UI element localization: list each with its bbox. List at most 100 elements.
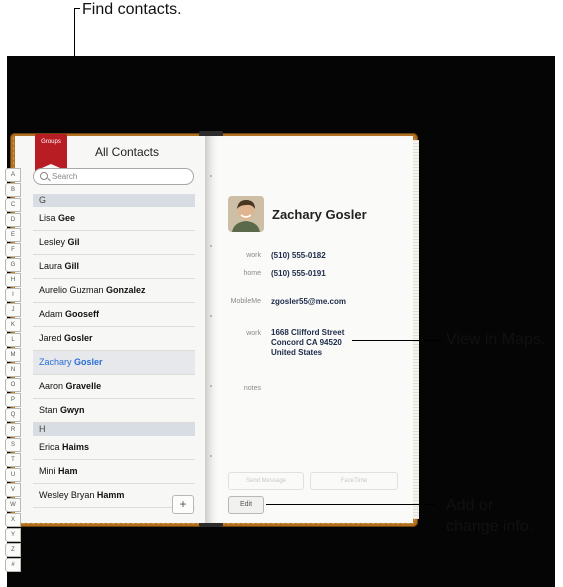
page-dot (210, 455, 212, 457)
index-tab-m[interactable]: M (5, 348, 21, 362)
index-tab-w[interactable]: W (5, 498, 21, 512)
index-tab-b[interactable]: B (5, 183, 21, 197)
page-dot (210, 175, 212, 177)
contact-first-name: Jared (39, 333, 62, 343)
work-address-label: work (246, 330, 261, 337)
index-tab-q[interactable]: Q (5, 408, 21, 422)
contact-first-name: Lisa (39, 213, 56, 223)
contact-row[interactable]: Aaron Gravelle (33, 375, 195, 399)
notes-label: notes (243, 385, 261, 392)
add-contact-button[interactable]: + (172, 495, 194, 514)
index-tab-e[interactable]: E (5, 228, 21, 242)
address-line-1: 1668 Clifford Street (271, 328, 345, 337)
index-tab-c[interactable]: C (5, 198, 21, 212)
contact-last-name: Ham (58, 466, 78, 476)
index-tab-x[interactable]: X (5, 513, 21, 527)
contact-row[interactable]: Erica Haims (33, 436, 195, 460)
address-line-2: Concord CA 94520 (271, 338, 342, 347)
index-tab-n[interactable]: N (5, 363, 21, 377)
work-phone-label: work (246, 252, 261, 259)
contact-first-name: Aurelio Guzman (39, 285, 104, 295)
index-tab-d[interactable]: D (5, 213, 21, 227)
section-header: H (33, 423, 195, 436)
contact-last-name: Gwyn (60, 405, 85, 415)
page-dot (210, 315, 212, 317)
index-tab-o[interactable]: O (5, 378, 21, 392)
page-dot (210, 245, 212, 247)
contact-list: G Lisa Gee Lesley Gil Laura Gill Aurelio Guz… (33, 194, 195, 508)
contact-last-name: Gil (67, 237, 80, 247)
search-icon (40, 172, 48, 180)
alphabet-index[interactable]: A B C D E F G H I J K L M N O P Q R S T U V W X Y Z # (5, 168, 21, 573)
facetime-button[interactable]: FaceTime (310, 472, 398, 490)
index-tab-u[interactable]: U (5, 468, 21, 482)
index-tab-a[interactable]: A (5, 168, 21, 182)
home-phone-value[interactable]: (510) 555-0191 (271, 269, 326, 279)
index-tab-j[interactable]: J (5, 303, 21, 317)
contact-first-name: Wesley Bryan (39, 490, 95, 500)
edit-button[interactable]: Edit (228, 496, 264, 514)
contact-row[interactable]: Wesley Bryan Hamm (33, 484, 195, 508)
contact-first-name: Erica (39, 442, 60, 452)
contact-first-name: Zachary (39, 357, 72, 367)
index-tab-k[interactable]: K (5, 318, 21, 332)
index-tab-r[interactable]: R (5, 423, 21, 437)
index-tab-z[interactable]: Z (5, 543, 21, 557)
contact-last-name: Gravelle (65, 381, 102, 391)
callout-view-in-maps: View in Maps. (446, 331, 546, 348)
home-phone-label: home (243, 270, 261, 277)
work-phone-value[interactable]: (510) 555-0182 (271, 251, 326, 261)
search-placeholder: Search (52, 172, 78, 181)
contact-first-name: Laura (39, 261, 63, 271)
index-tab-f[interactable]: F (5, 243, 21, 257)
index-tab-hash[interactable]: # (5, 558, 21, 572)
index-tab-l[interactable]: L (5, 333, 21, 347)
contact-last-name: Gonzalez (106, 285, 146, 295)
contact-row[interactable]: Mini Ham (33, 460, 195, 484)
contact-row[interactable]: Aurelio Guzman Gonzalez (33, 279, 195, 303)
contact-row[interactable]: Lisa Gee (33, 207, 195, 231)
contact-row[interactable]: Jared Gosler (33, 327, 195, 351)
callout-find-contacts: Find contacts. (82, 1, 182, 18)
mobileme-label: MobileMe (230, 298, 261, 305)
avatar (228, 196, 264, 232)
contact-row[interactable]: Adam Gooseff (33, 303, 195, 327)
index-tab-y[interactable]: Y (5, 528, 21, 542)
index-tab-t[interactable]: T (5, 453, 21, 467)
list-title: All Contacts (94, 145, 160, 159)
contact-first-name: Adam (39, 309, 63, 319)
contact-last-name: Gosler (74, 357, 103, 367)
contact-last-name: Gill (64, 261, 80, 271)
search-input[interactable]: Search (33, 168, 194, 185)
contact-last-name: Hamm (96, 490, 125, 500)
index-tab-p[interactable]: P (5, 393, 21, 407)
contact-name: Zachary Gosler (272, 207, 367, 222)
contact-first-name: Lesley (39, 237, 66, 247)
contact-row[interactable]: Stan Gwyn (33, 399, 195, 423)
work-address[interactable]: 1668 Clifford Street Concord CA 94520 Un… (271, 328, 344, 358)
contact-last-name: Haims (62, 442, 90, 452)
find-contacts-leader-tick (74, 8, 80, 9)
send-message-button[interactable]: Send Message (228, 472, 304, 490)
add-change-leader (266, 504, 436, 505)
callout-add-change-line1: Add or (446, 497, 494, 514)
contact-row[interactable]: Laura Gill (33, 255, 195, 279)
contact-row[interactable]: Zachary Gosler (33, 351, 195, 375)
contact-row[interactable]: Lesley Gil (33, 231, 195, 255)
contact-first-name: Mini (39, 466, 56, 476)
index-tab-v[interactable]: V (5, 483, 21, 497)
index-tab-i[interactable]: I (5, 288, 21, 302)
contact-last-name: Gosler (64, 333, 93, 343)
groups-button[interactable]: Groups (35, 134, 67, 171)
index-tab-g[interactable]: G (5, 258, 21, 272)
index-tab-s[interactable]: S (5, 438, 21, 452)
contact-first-name: Stan (39, 405, 58, 415)
section-header: G (33, 194, 195, 207)
index-tab-h[interactable]: H (5, 273, 21, 287)
callout-add-change-line2: change info. (446, 518, 534, 535)
address-line-3: United States (271, 348, 323, 357)
contact-last-name: Gee (58, 213, 76, 223)
view-in-maps-leader (352, 340, 442, 341)
contact-first-name: Aaron (39, 381, 64, 391)
mobileme-email[interactable]: zgosler55@me.com (271, 297, 346, 307)
